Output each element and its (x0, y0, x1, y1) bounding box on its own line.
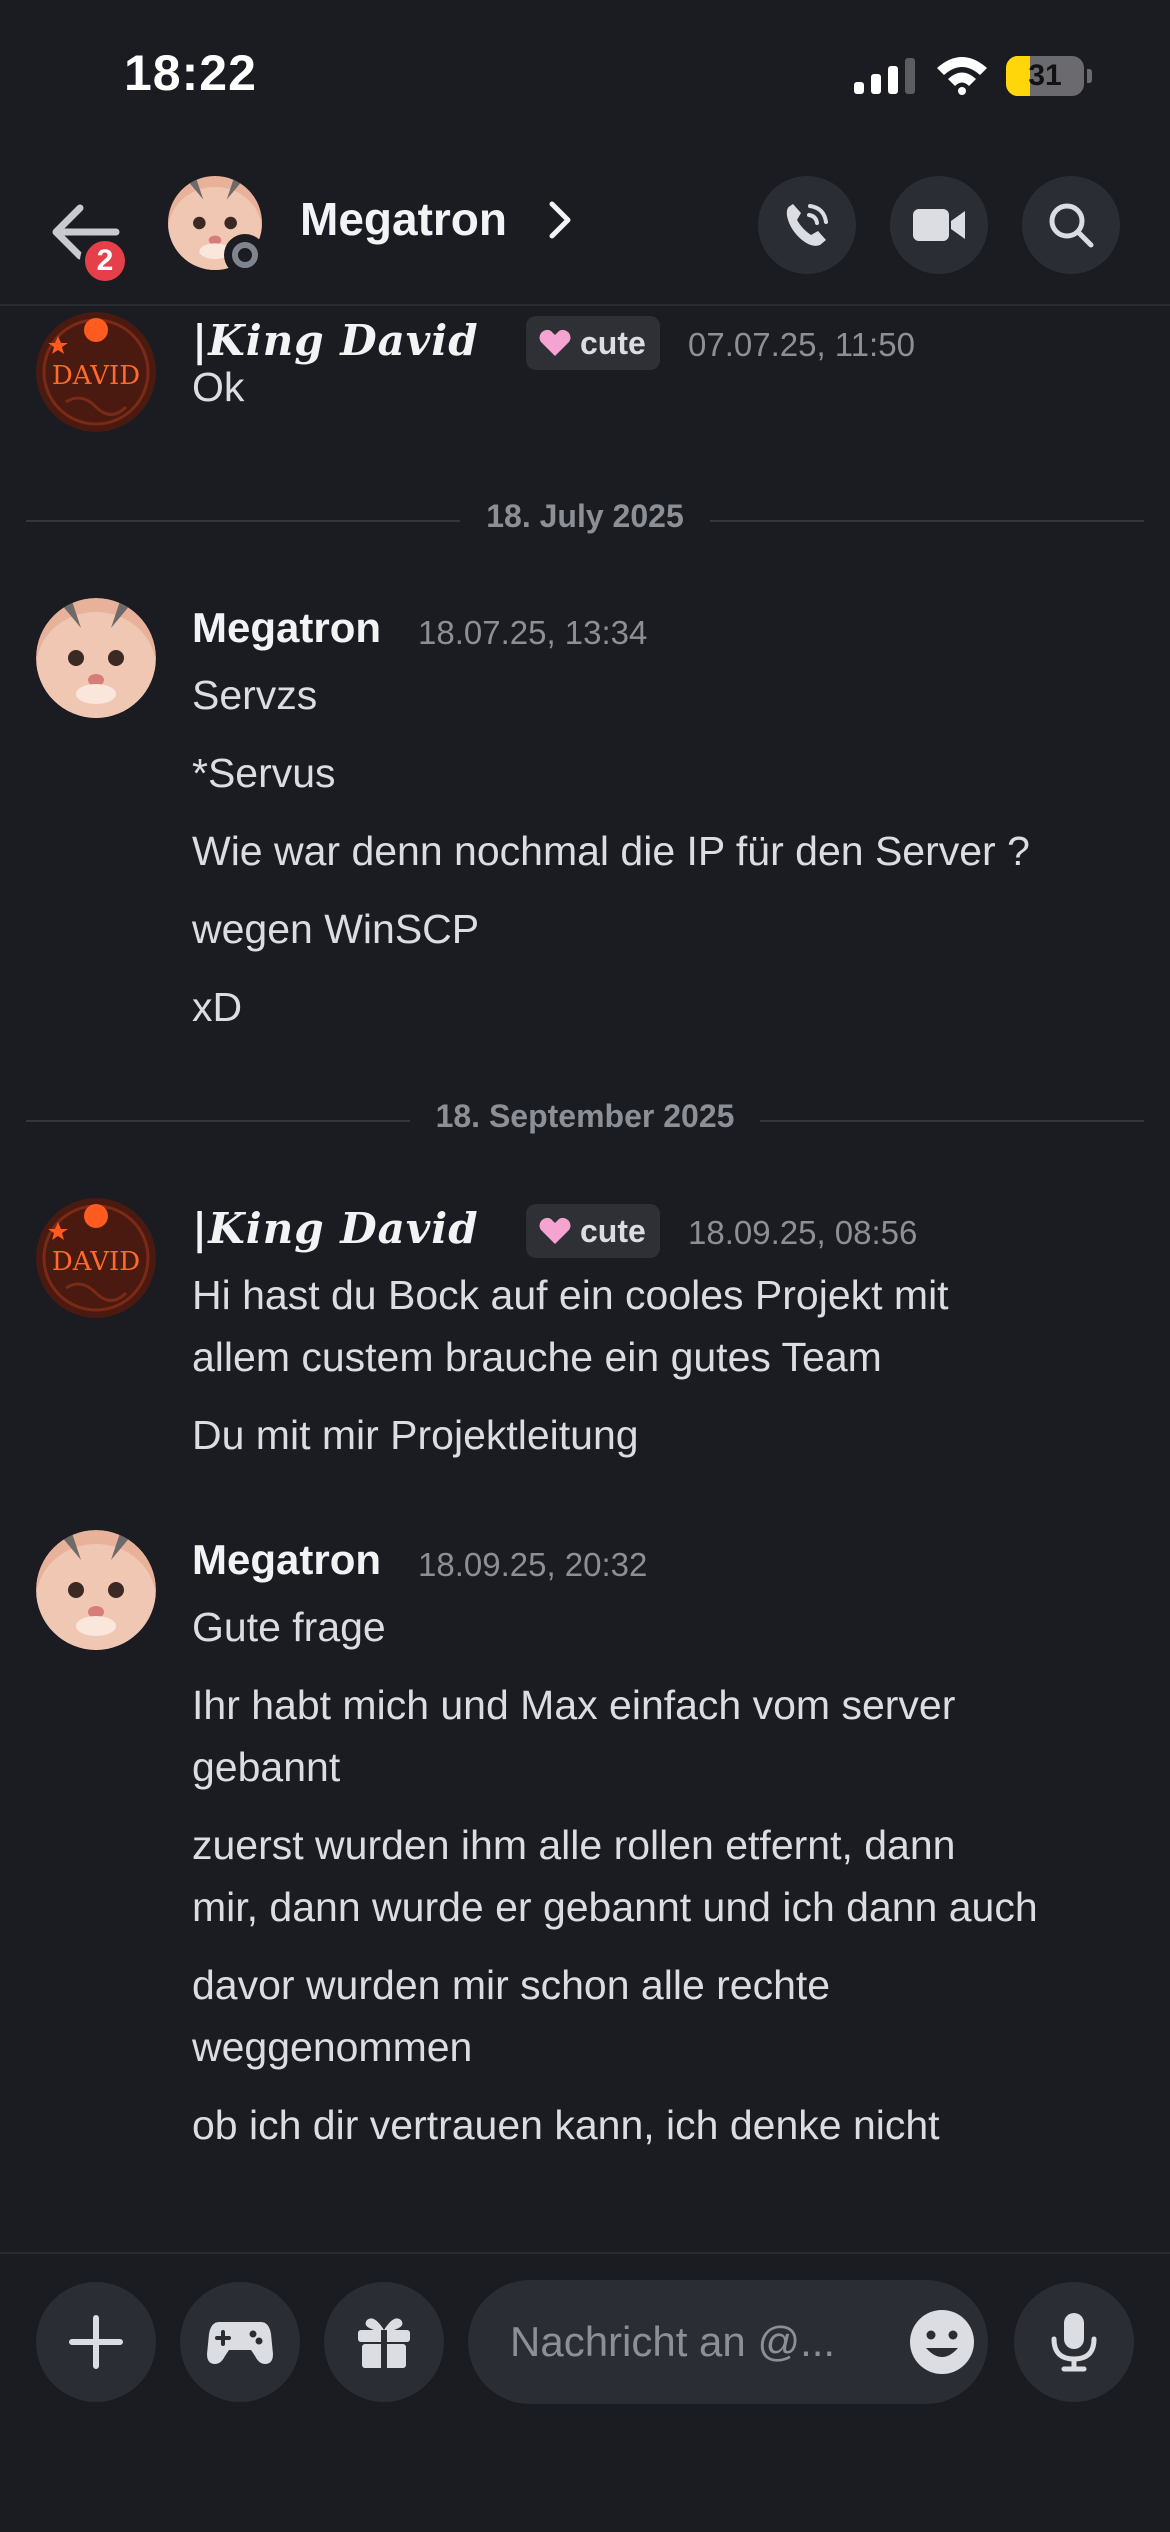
avatar[interactable] (36, 598, 156, 718)
plus-icon (69, 2315, 123, 2369)
avatar[interactable] (36, 1530, 156, 1650)
signal-icon (854, 58, 915, 94)
avatar[interactable]: DAVID (36, 312, 156, 432)
message-text[interactable]: zuerst wurden ihm alle rollen etfernt, d… (192, 1814, 955, 1876)
unread-badge: 2 (80, 236, 130, 286)
role-tag[interactable]: cute (526, 1204, 660, 1258)
message-text[interactable]: xD (192, 976, 242, 1038)
author-name[interactable]: |King David (192, 1204, 479, 1253)
message-input-placeholder: Nachricht an @... (510, 2318, 836, 2365)
gift-icon (358, 2318, 410, 2368)
message-text[interactable]: Gute frage (192, 1596, 386, 1658)
message-text[interactable]: ob ich dir vertrauen kann, ich denke nic… (192, 2094, 940, 2156)
date-divider-label: 18. July 2025 (460, 498, 710, 534)
chevron-right-icon[interactable] (548, 200, 572, 240)
message-text[interactable]: Wie war denn nochmal die IP für den Serv… (192, 820, 1030, 882)
date-divider-label: 18. September 2025 (409, 1098, 761, 1134)
message-input[interactable]: Nachricht an @... (468, 2280, 988, 2404)
status-bar: 18:22 31 (0, 0, 1170, 150)
message-timestamp: 18.07.25, 13:34 (418, 614, 648, 651)
search-button[interactable] (1022, 176, 1120, 274)
voice-call-button[interactable] (758, 176, 856, 274)
wifi-icon (937, 57, 987, 95)
message-list[interactable]: DAVID |King David cute 07.07.25, 11:50 O… (0, 308, 1170, 2252)
microphone-icon (1051, 2313, 1097, 2372)
video-call-button[interactable] (890, 176, 988, 274)
date-divider: 18. September 2025 (26, 1098, 1144, 1142)
phone-icon (786, 204, 828, 246)
heart-icon (539, 1217, 571, 1244)
add-attachment-button[interactable] (36, 2282, 156, 2402)
avatar-text: DAVID (52, 1247, 140, 1277)
page-title[interactable]: Megatron (300, 192, 507, 246)
message-timestamp: 18.09.25, 20:32 (418, 1546, 648, 1583)
battery-level: 31 (1028, 59, 1062, 92)
message-text[interactable]: Du mit mir Projektleitung (192, 1404, 639, 1466)
emoji-icon[interactable] (908, 2308, 976, 2376)
message-text[interactable]: davor wurden mir schon alle rechte (192, 1954, 830, 2016)
message-text[interactable]: mir, dann wurde er gebannt und ich dann … (192, 1876, 1038, 1938)
message-text[interactable]: gebannt (192, 1736, 340, 1798)
message-text[interactable]: wegen WinSCP (192, 898, 479, 960)
status-indicator (224, 234, 266, 276)
message-text[interactable]: Ihr habt mich und Max einfach vom server (192, 1674, 955, 1736)
message-composer: Nachricht an @... (0, 2252, 1170, 2532)
voice-message-button[interactable] (1014, 2282, 1134, 2402)
message-text[interactable]: Hi hast du Bock auf ein cooles Projekt m… (192, 1264, 949, 1326)
status-time: 18:22 (124, 45, 257, 101)
gamepad-icon (207, 2322, 273, 2364)
chat-header: 2 Megatron (0, 150, 1170, 306)
gift-button[interactable] (324, 2282, 444, 2402)
author-name[interactable]: Megatron (192, 1536, 381, 1584)
message-text[interactable]: Ok (192, 356, 244, 418)
avatar-text: DAVID (52, 361, 140, 391)
message-text[interactable]: *Servus (192, 742, 336, 804)
battery-indicator: 31 (1006, 56, 1092, 96)
message-text[interactable]: allem custem brauche ein gutes Team (192, 1326, 882, 1388)
message-text[interactable]: weggenommen (192, 2016, 472, 2078)
video-camera-icon (913, 209, 965, 241)
role-tag[interactable]: cute (526, 316, 660, 370)
date-divider: 18. July 2025 (26, 498, 1144, 542)
message-text[interactable]: Servzs (192, 664, 317, 726)
message-timestamp: 18.09.25, 08:56 (688, 1214, 918, 1251)
search-icon (1049, 203, 1094, 248)
avatar[interactable]: DAVID (36, 1198, 156, 1318)
message-timestamp: 07.07.25, 11:50 (688, 326, 915, 363)
role-tag-label: cute (580, 324, 646, 361)
author-name[interactable]: Megatron (192, 604, 381, 652)
activities-button[interactable] (180, 2282, 300, 2402)
heart-icon (539, 329, 571, 356)
role-tag-label: cute (580, 1212, 646, 1249)
